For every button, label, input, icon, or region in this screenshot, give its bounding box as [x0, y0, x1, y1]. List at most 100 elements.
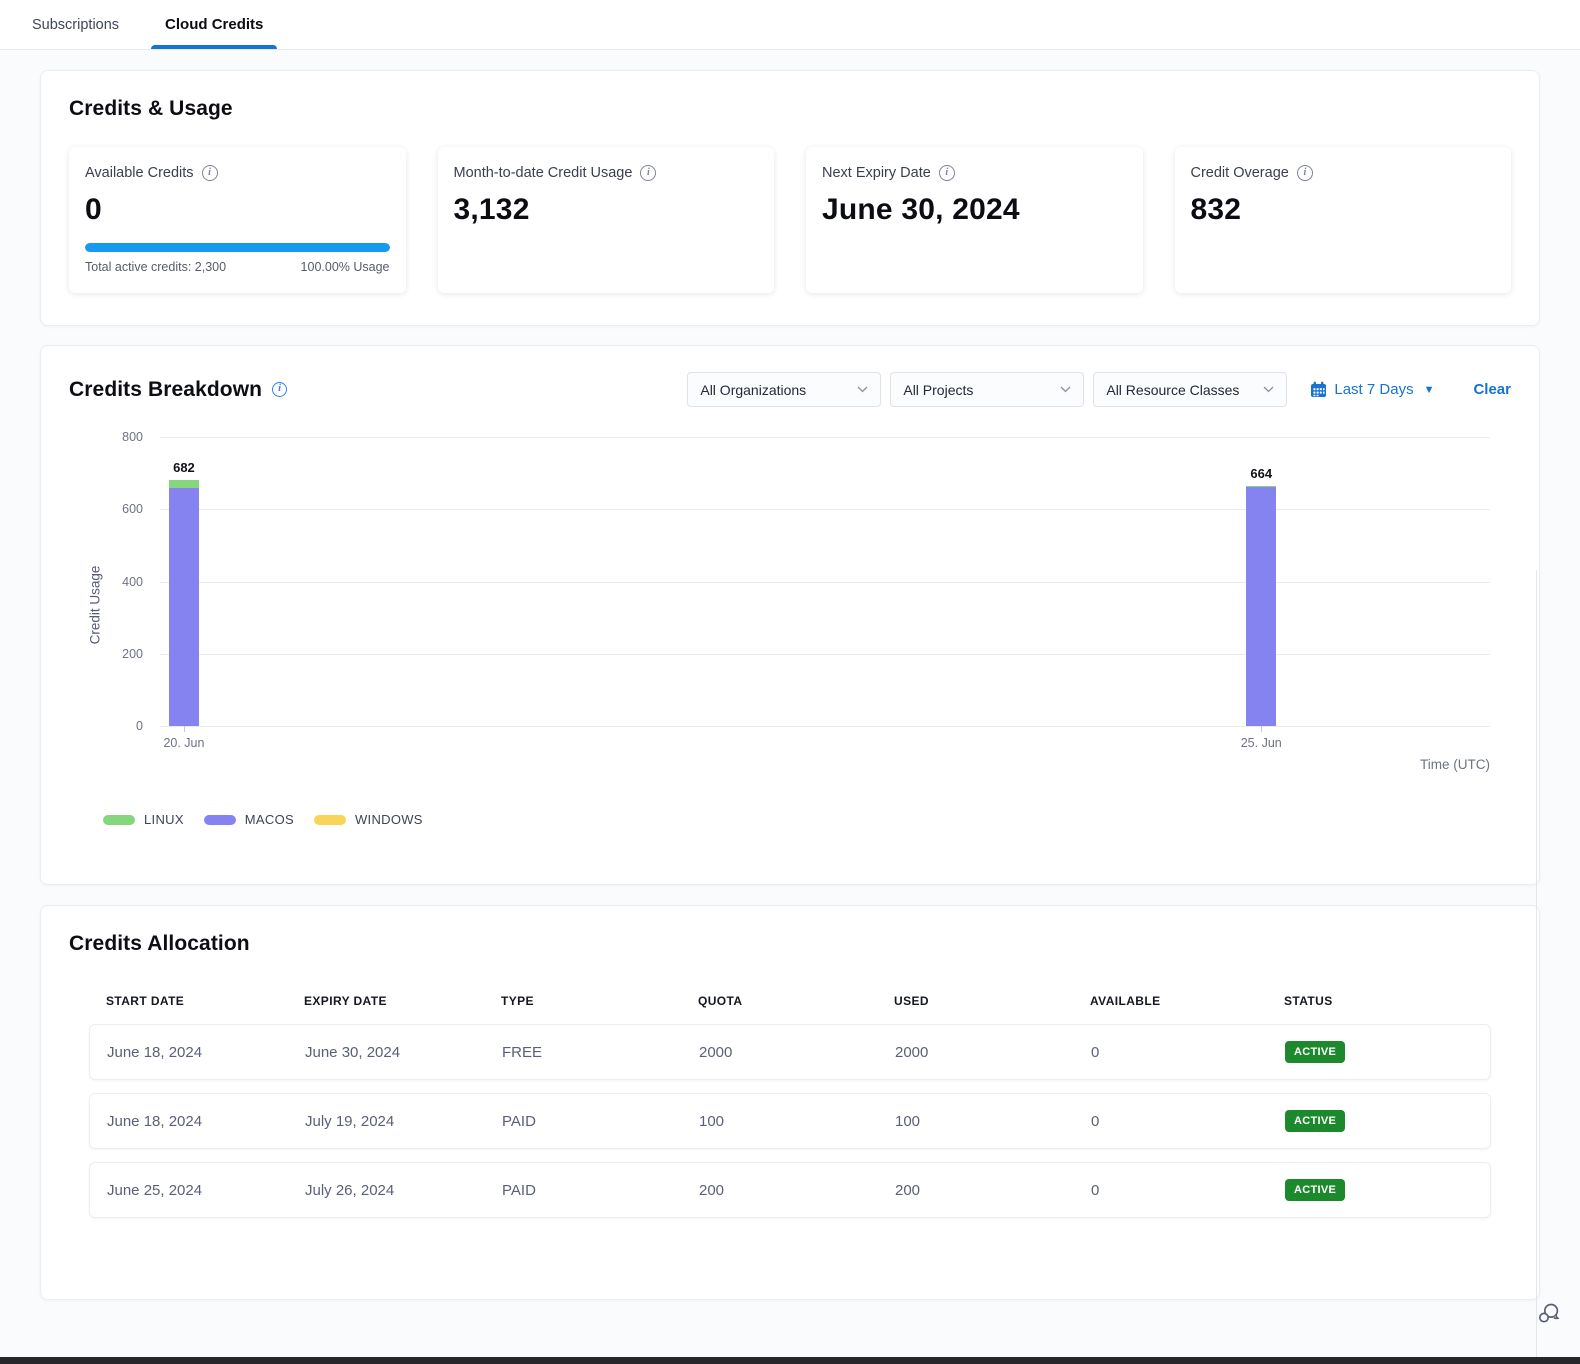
- chevron-down-icon: [857, 386, 868, 393]
- chevron-down-icon: [1263, 386, 1274, 393]
- table-cell: July 19, 2024: [305, 1113, 502, 1130]
- gridline: [160, 726, 1490, 727]
- date-range-value: Last 7 Days: [1334, 381, 1413, 398]
- bar-total-label: 664: [1231, 466, 1291, 481]
- x-tick-mark: [1261, 726, 1262, 732]
- legend-swatch: [314, 815, 346, 825]
- legend-swatch: [204, 815, 236, 825]
- column-header: TYPE: [501, 994, 698, 1008]
- credit-usage-chart: Credit Usage 68220. Jun66425. Jun Time (…: [69, 437, 1511, 772]
- next-expiry-label: Next Expiry Date: [822, 165, 931, 181]
- credits-allocation-table: START DATEEXPIRY DATETYPEQUOTAUSEDAVAILA…: [89, 994, 1491, 1218]
- y-tick-label: 0: [69, 719, 143, 733]
- chart-plot-area: 68220. Jun66425. Jun: [160, 437, 1490, 726]
- info-icon[interactable]: i: [1297, 165, 1313, 181]
- y-tick-label: 800: [69, 430, 143, 444]
- table-header-row: START DATEEXPIRY DATETYPEQUOTAUSEDAVAILA…: [89, 994, 1491, 1008]
- status-badge: ACTIVE: [1285, 1110, 1345, 1132]
- tab-cloud-credits[interactable]: Cloud Credits: [155, 0, 273, 49]
- chart-filters: All Organizations All Projects All Resou…: [687, 372, 1511, 407]
- support-chat-icon[interactable]: [1535, 1300, 1562, 1332]
- table-cell: 0: [1091, 1044, 1285, 1061]
- legend-label: WINDOWS: [355, 812, 423, 827]
- cell-status: ACTIVE: [1285, 1179, 1490, 1201]
- legend-item-macos[interactable]: MACOS: [204, 812, 294, 827]
- credits-progress-bar: [85, 243, 390, 252]
- mtd-usage-value: 3,132: [454, 193, 759, 227]
- mtd-usage-card: Month-to-date Credit Usage i 3,132: [438, 147, 775, 293]
- table-body: June 18, 2024June 30, 2024FREE200020000A…: [89, 1024, 1491, 1218]
- gridline: [160, 509, 1490, 510]
- column-header: QUOTA: [698, 994, 894, 1008]
- column-header: STATUS: [1284, 994, 1491, 1008]
- credits-breakdown-title: Credits Breakdown: [69, 378, 262, 402]
- legend-item-windows[interactable]: WINDOWS: [314, 812, 423, 827]
- bar-segment-linux[interactable]: [169, 480, 199, 489]
- x-axis-title: Time (UTC): [1420, 757, 1490, 772]
- table-cell: 200: [699, 1182, 895, 1199]
- info-icon[interactable]: i: [939, 165, 955, 181]
- chevron-down-icon: [1060, 386, 1071, 393]
- credits-usage-title: Credits & Usage: [69, 97, 1511, 121]
- x-tick-mark: [184, 726, 185, 732]
- bar-segment-macos[interactable]: [1246, 487, 1276, 726]
- table-row: June 25, 2024July 26, 2024PAID2002000ACT…: [89, 1162, 1491, 1218]
- tab-subscriptions-label: Subscriptions: [32, 17, 119, 33]
- info-icon[interactable]: i: [202, 165, 218, 181]
- table-cell: June 30, 2024: [305, 1044, 502, 1061]
- y-tick-label: 400: [69, 575, 143, 589]
- organizations-select-value: All Organizations: [700, 382, 806, 398]
- legend-label: MACOS: [245, 812, 294, 827]
- column-header: USED: [894, 994, 1090, 1008]
- available-credits-value: 0: [85, 193, 390, 227]
- cell-status: ACTIVE: [1285, 1110, 1490, 1132]
- credits-allocation-section: Credits Allocation START DATEEXPIRY DATE…: [40, 905, 1540, 1300]
- date-range-picker[interactable]: Last 7 Days ▼: [1310, 381, 1434, 398]
- bottom-window-edge: [0, 1357, 1580, 1364]
- right-panel-divider: [1536, 570, 1537, 1357]
- info-icon[interactable]: i: [640, 165, 656, 181]
- resource-classes-select[interactable]: All Resource Classes: [1093, 372, 1287, 407]
- clear-filters-button[interactable]: Clear: [1473, 381, 1511, 398]
- table-row: June 18, 2024June 30, 2024FREE200020000A…: [89, 1024, 1491, 1080]
- table-cell: 0: [1091, 1113, 1285, 1130]
- legend-label: LINUX: [144, 812, 184, 827]
- table-cell: 2000: [895, 1044, 1091, 1061]
- credits-allocation-title: Credits Allocation: [69, 932, 1511, 956]
- credits-usage-section: Credits & Usage Available Credits i 0 To…: [40, 70, 1540, 326]
- credits-breakdown-section: Credits Breakdown i All Organizations Al…: [40, 345, 1540, 885]
- page-content: Credits & Usage Available Credits i 0 To…: [0, 50, 1580, 1358]
- tab-cloud-credits-label: Cloud Credits: [165, 16, 263, 33]
- tab-bar: Subscriptions Cloud Credits: [0, 0, 1580, 50]
- credit-overage-label: Credit Overage: [1191, 165, 1289, 181]
- gridline: [160, 437, 1490, 438]
- table-cell: June 25, 2024: [107, 1182, 305, 1199]
- table-cell: 0: [1091, 1182, 1285, 1199]
- organizations-select[interactable]: All Organizations: [687, 372, 881, 407]
- table-cell: July 26, 2024: [305, 1182, 502, 1199]
- chart-legend: LINUX MACOS WINDOWS: [103, 812, 1511, 827]
- table-cell: June 18, 2024: [107, 1044, 305, 1061]
- bar-segment-macos[interactable]: [169, 488, 199, 726]
- projects-select[interactable]: All Projects: [890, 372, 1084, 407]
- mtd-usage-label: Month-to-date Credit Usage: [454, 165, 633, 181]
- credit-overage-card: Credit Overage i 832: [1175, 147, 1512, 293]
- table-cell: PAID: [502, 1182, 699, 1199]
- usage-percent: 100.00% Usage: [301, 260, 390, 274]
- tab-subscriptions[interactable]: Subscriptions: [22, 0, 129, 49]
- next-expiry-card: Next Expiry Date i June 30, 2024: [806, 147, 1143, 293]
- table-cell: FREE: [502, 1044, 699, 1061]
- bar-total-label: 682: [154, 460, 214, 475]
- table-cell: June 18, 2024: [107, 1113, 305, 1130]
- credits-progress-fill: [85, 243, 390, 252]
- info-icon[interactable]: i: [272, 382, 287, 397]
- column-header: EXPIRY DATE: [304, 994, 501, 1008]
- column-header: AVAILABLE: [1090, 994, 1284, 1008]
- status-badge: ACTIVE: [1285, 1179, 1345, 1201]
- total-active-credits: Total active credits: 2,300: [85, 260, 226, 274]
- y-tick-label: 200: [69, 647, 143, 661]
- bar-segment-linux[interactable]: [1246, 486, 1276, 487]
- available-credits-label: Available Credits: [85, 165, 194, 181]
- table-row: June 18, 2024July 19, 2024PAID1001000ACT…: [89, 1093, 1491, 1149]
- legend-item-linux[interactable]: LINUX: [103, 812, 184, 827]
